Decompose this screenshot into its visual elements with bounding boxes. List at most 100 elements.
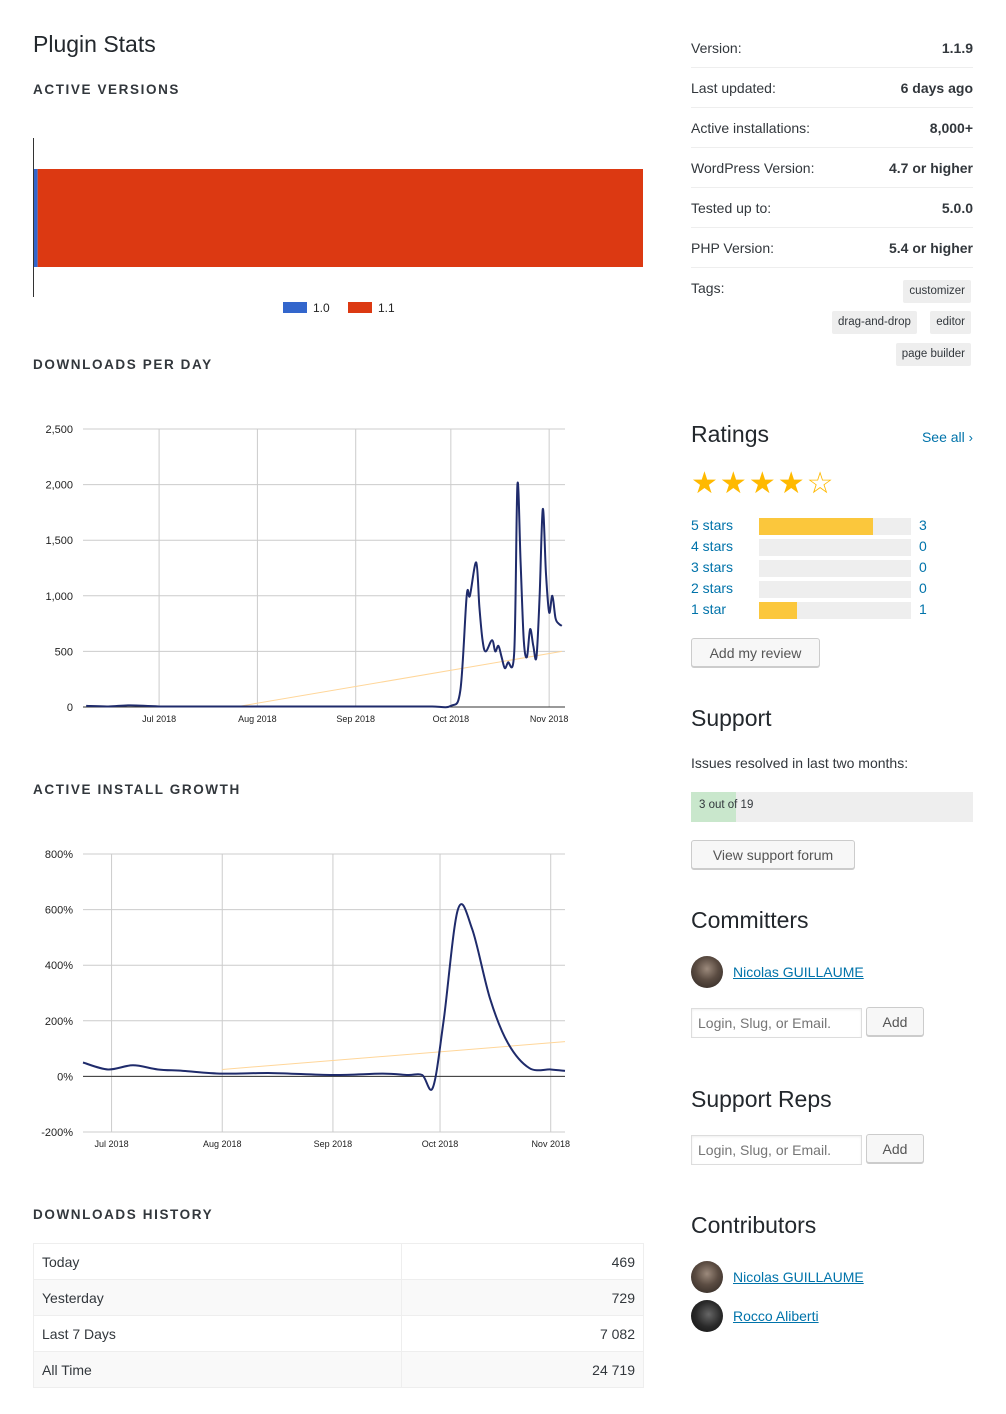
rating-bar <box>759 539 911 556</box>
y-tick-label: 0% <box>57 1071 73 1083</box>
meta-php-version: PHP Version: 5.4 or higher <box>691 228 973 268</box>
y-tick-label: 800% <box>45 849 73 861</box>
history-label: Today <box>33 1243 402 1280</box>
rating-bar <box>759 581 911 598</box>
bar-segment-1.0 <box>34 169 38 267</box>
meta-label: PHP Version: <box>691 239 775 256</box>
chevron-right-icon: › <box>968 430 973 445</box>
tag-editor[interactable]: editor <box>930 311 971 334</box>
resolved-progress-label: 3 out of 19 <box>699 799 754 811</box>
contributor-link[interactable]: Rocco Aliberti <box>733 1308 819 1324</box>
support-reps-heading: Support Reps <box>691 1086 832 1112</box>
legend-label-1.1: 1.1 <box>378 301 395 315</box>
page-title: Plugin Stats <box>33 31 156 57</box>
legend-label-1.0: 1.0 <box>313 301 330 315</box>
committers-heading: Committers <box>691 907 809 933</box>
contributor-item: Nicolas GUILLAUME <box>691 1261 864 1293</box>
committer-input[interactable] <box>691 1008 862 1038</box>
rating-row-2[interactable]: 2 stars 0 <box>691 579 973 599</box>
star-filled-icon: ★ <box>691 467 718 500</box>
active-versions-chart: 1.0 1.1 <box>33 138 644 315</box>
meta-label: Last updated: <box>691 79 776 96</box>
contributor-item: Rocco Aliberti <box>691 1300 819 1332</box>
avatar <box>691 1300 723 1332</box>
tags-label: Tags: <box>691 280 725 296</box>
committer-link[interactable]: Nicolas GUILLAUME <box>733 964 864 980</box>
resolved-progress-bar: 3 out of 19 <box>691 792 973 822</box>
see-all-link[interactable]: See all › <box>922 429 973 445</box>
support-resolved-text: Issues resolved in last two months: <box>691 755 909 771</box>
y-tick-label: 400% <box>45 960 73 972</box>
x-tick-label: Aug 2018 <box>203 1139 242 1149</box>
x-tick-label: Jul 2018 <box>142 714 176 724</box>
rating-label: 4 stars <box>691 538 734 554</box>
y-tick-label: 1,500 <box>45 535 73 547</box>
table-row: Yesterday 729 <box>33 1279 645 1316</box>
rating-bar <box>759 602 911 619</box>
rating-count: 1 <box>919 601 927 617</box>
x-tick-label: Sep 2018 <box>336 714 375 724</box>
meta-value: 6 days ago <box>900 79 973 96</box>
rating-count: 0 <box>919 538 927 554</box>
rating-row-1[interactable]: 1 star 1 <box>691 600 973 620</box>
rating-label: 2 stars <box>691 580 734 596</box>
contributors-heading: Contributors <box>691 1212 817 1238</box>
meta-active-installs: Active installations: 8,000+ <box>691 108 973 148</box>
meta-label: Version: <box>691 39 742 56</box>
contributor-link[interactable]: Nicolas GUILLAUME <box>733 1269 864 1285</box>
downloads-per-day-heading: DOWNLOADS PER DAY <box>33 357 213 372</box>
rating-label: 3 stars <box>691 559 734 575</box>
add-committer-button[interactable]: Add <box>866 1007 924 1036</box>
rating-count: 3 <box>919 517 927 533</box>
view-support-forum-button[interactable]: View support forum <box>691 840 855 869</box>
support-rep-input[interactable] <box>691 1135 862 1165</box>
see-all-label: See all <box>921 429 965 445</box>
active-install-growth-heading: ACTIVE INSTALL GROWTH <box>33 782 241 797</box>
legend-swatch-1.0 <box>283 302 307 313</box>
meta-label: Tested up to: <box>691 199 772 216</box>
meta-label: WordPress Version: <box>691 159 815 176</box>
x-tick-label: Aug 2018 <box>238 714 277 724</box>
y-tick-label: 0 <box>67 702 73 714</box>
committer-item: Nicolas GUILLAUME <box>691 956 864 988</box>
downloads-history-heading: DOWNLOADS HISTORY <box>33 1207 214 1222</box>
bar-segment-1.1 <box>37 169 644 267</box>
rating-row-5[interactable]: 5 stars 3 <box>691 516 973 536</box>
rating-row-4[interactable]: 4 stars 0 <box>691 537 973 557</box>
meta-value: 5.0.0 <box>941 199 973 216</box>
history-value: 729 <box>400 1279 645 1316</box>
meta-wp-version: WordPress Version: 4.7 or higher <box>691 148 973 188</box>
star-filled-icon: ★ <box>719 467 747 500</box>
meta-last-updated: Last updated: 6 days ago <box>691 68 973 108</box>
active-install-growth-chart: -200% 0% 200% 400% 600% 800% Jul 2018 Aug 2018 S… <box>41 849 570 1149</box>
history-label: Yesterday <box>33 1279 402 1316</box>
y-tick-label: 1,000 <box>45 591 73 603</box>
trend-line <box>222 1041 566 1070</box>
y-tick-label: 200% <box>45 1016 73 1028</box>
plugin-meta-list: Version: 1.1.9 Last updated: 6 days ago Ac… <box>691 28 973 268</box>
star-filled-icon: ★ <box>748 467 776 500</box>
legend-swatch-1.1 <box>348 302 372 313</box>
y-tick-label: 2,500 <box>45 424 73 436</box>
tag-page-builder[interactable]: page builder <box>895 343 971 366</box>
meta-value: 5.4 or higher <box>888 239 973 256</box>
x-tick-label: Nov 2018 <box>530 714 569 724</box>
rating-row-3[interactable]: 3 stars 0 <box>691 558 973 578</box>
table-row: Today 469 <box>33 1243 645 1280</box>
tag-drag-and-drop[interactable]: drag-and-drop <box>832 311 917 334</box>
rating-bar <box>759 560 911 577</box>
meta-tested-up-to: Tested up to: 5.0.0 <box>691 188 973 228</box>
star-empty-icon: ☆ <box>806 467 834 500</box>
history-label: All Time <box>33 1351 402 1388</box>
avatar <box>691 956 723 988</box>
table-row: Last 7 Days 7 082 <box>33 1315 645 1352</box>
rating-label: 1 star <box>691 601 727 617</box>
meta-value: 1.1.9 <box>941 39 973 56</box>
add-support-rep-button[interactable]: Add <box>866 1134 924 1163</box>
add-review-button[interactable]: Add my review <box>691 638 820 667</box>
series-line <box>86 481 563 709</box>
x-tick-label: Sep 2018 <box>314 1139 353 1149</box>
ratings-heading: Ratings <box>691 421 769 447</box>
tag-customizer[interactable]: customizer <box>903 280 971 303</box>
x-tick-label: Oct 2018 <box>422 1139 459 1149</box>
